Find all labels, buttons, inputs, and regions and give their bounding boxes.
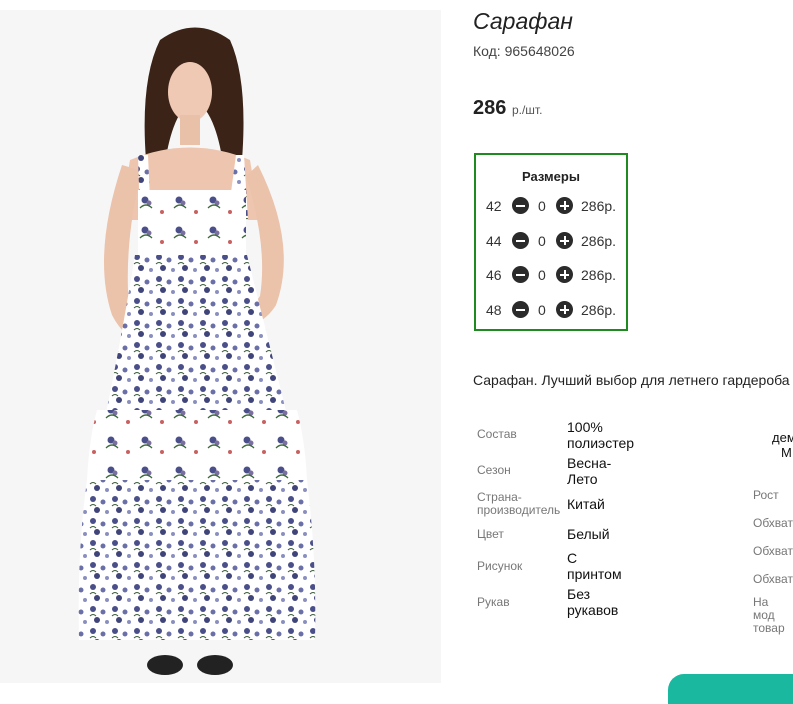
price-value: 286 <box>473 97 507 119</box>
right-attribute-label: На мод товар <box>753 595 785 635</box>
size-label: 46 <box>486 267 502 283</box>
attribute-value: Весна-Лето <box>567 455 612 487</box>
right-attribute-label: Обхват <box>753 516 793 530</box>
attribute-value: Белый <box>567 526 610 542</box>
size-quantity[interactable]: 0 <box>538 233 546 249</box>
size-row: 44 0 286р. <box>476 231 626 251</box>
product-price: 286 р./шт. <box>473 97 542 120</box>
attribute-value: 100% полиэстер <box>567 419 635 451</box>
size-row: 42 0 286р. <box>476 196 626 216</box>
increase-button[interactable] <box>556 266 573 283</box>
attribute-label: Рукав <box>477 595 510 609</box>
size-label: 44 <box>486 233 502 249</box>
attribute-label: Рисунок <box>477 559 523 573</box>
right-partial-value: М <box>781 445 792 460</box>
size-row: 46 0 286р. <box>476 265 626 285</box>
decrease-button[interactable] <box>512 232 529 249</box>
size-quantity[interactable]: 0 <box>538 302 546 318</box>
right-attribute-label: Обхват <box>753 544 793 558</box>
minus-circle-icon <box>516 308 525 311</box>
product-code-label: Код: <box>473 43 501 59</box>
chat-widget-button[interactable] <box>668 674 793 704</box>
right-attribute-label: Обхват <box>753 572 793 586</box>
attribute-label: Цвет <box>477 527 504 541</box>
product-code: Код: 965648026 <box>473 43 575 59</box>
price-unit: р./шт. <box>511 103 543 117</box>
size-price: 286р. <box>581 302 617 318</box>
attribute-value: Китай <box>567 496 605 512</box>
attribute-value: С принтом <box>567 550 622 582</box>
minus-circle-icon <box>516 273 525 276</box>
increase-button[interactable] <box>556 197 573 214</box>
size-price: 286р. <box>581 198 617 214</box>
decrease-button[interactable] <box>512 197 529 214</box>
product-code-value: 965648026 <box>504 43 575 59</box>
attribute-label: Состав <box>477 427 517 441</box>
sizes-panel: Размеры 42 0 286р. 44 0 286р. 46 0 286р.… <box>474 153 628 331</box>
right-attribute-label: Рост <box>753 488 779 502</box>
size-label: 48 <box>486 302 502 318</box>
product-description: Сарафан. Лучший выбор для летнего гардер… <box>473 372 790 388</box>
size-price: 286р. <box>581 267 617 283</box>
decrease-button[interactable] <box>512 266 529 283</box>
size-quantity[interactable]: 0 <box>538 198 546 214</box>
attribute-label: Страна-производитель <box>477 490 561 517</box>
size-label: 42 <box>486 198 502 214</box>
size-row: 48 0 286р. <box>476 300 626 320</box>
increase-button[interactable] <box>556 232 573 249</box>
increase-button[interactable] <box>556 301 573 318</box>
minus-circle-icon <box>516 204 525 207</box>
size-quantity[interactable]: 0 <box>538 267 546 283</box>
attribute-value: Без рукавов <box>567 586 619 618</box>
product-photo <box>0 10 441 683</box>
attribute-label: Сезон <box>477 463 511 477</box>
sizes-title: Размеры <box>522 169 580 184</box>
minus-circle-icon <box>516 239 525 242</box>
decrease-button[interactable] <box>512 301 529 318</box>
size-price: 286р. <box>581 233 617 249</box>
product-title: Сарафан <box>473 8 573 34</box>
right-partial-value: дем <box>772 430 793 445</box>
